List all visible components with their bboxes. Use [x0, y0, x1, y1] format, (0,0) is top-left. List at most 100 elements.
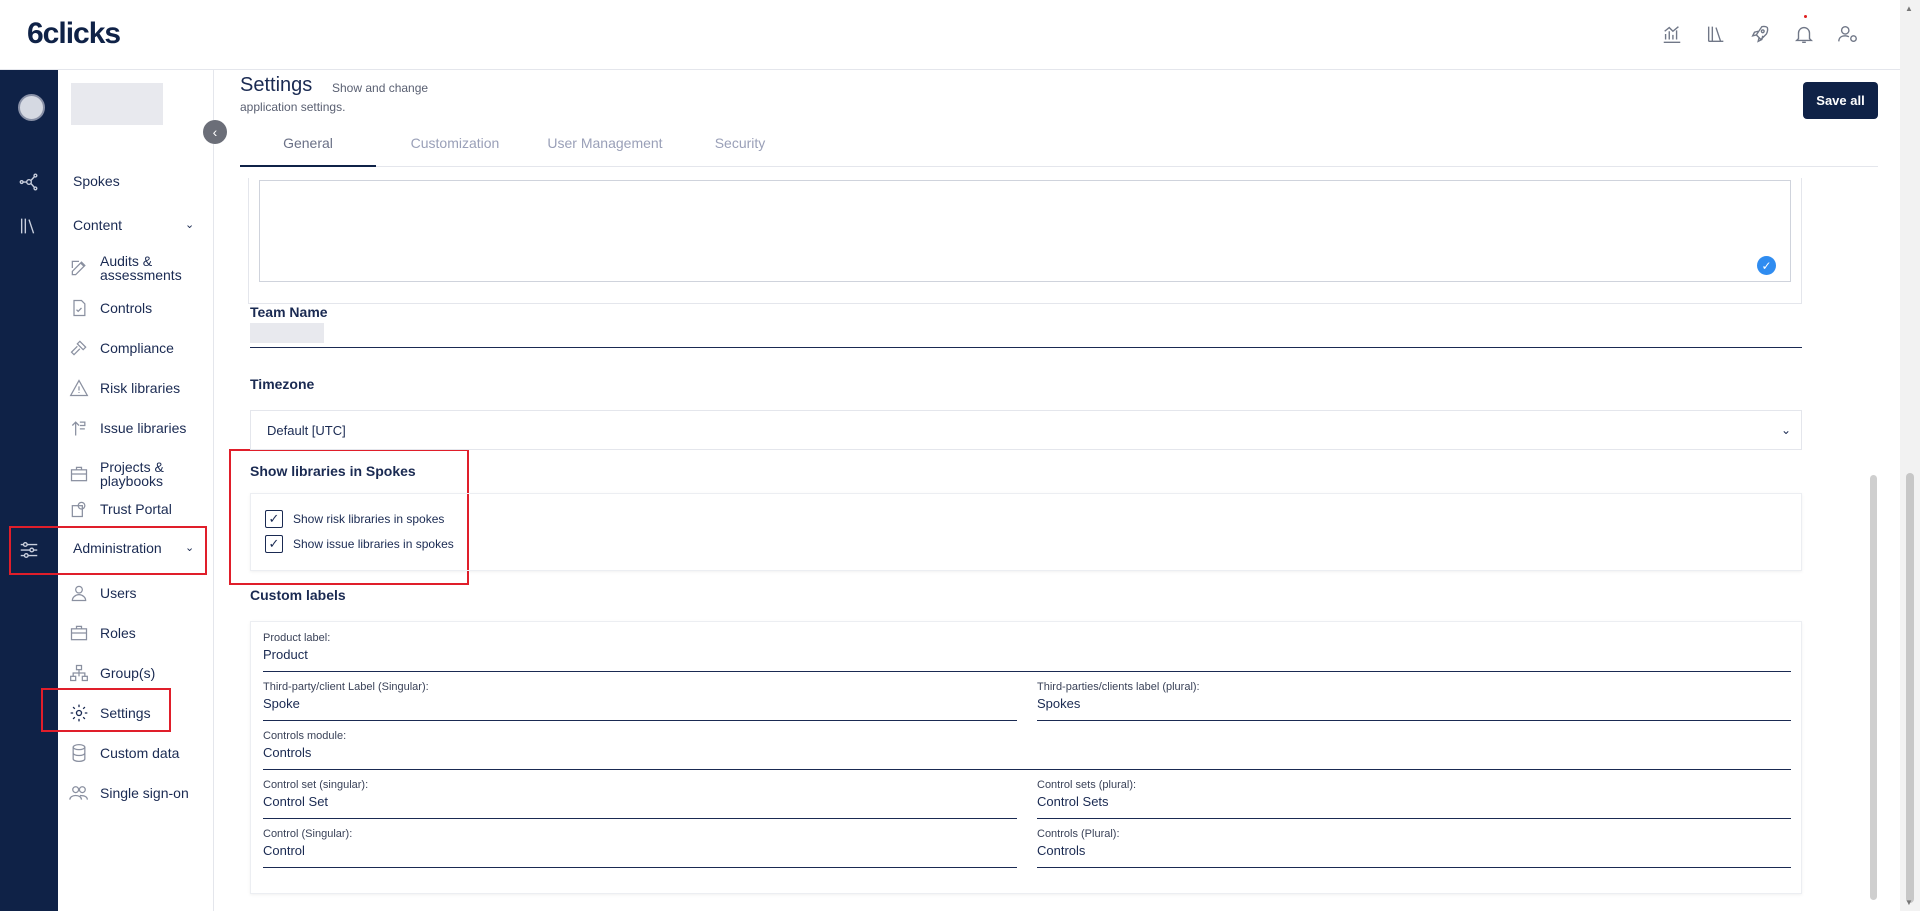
sidebar-item-sso[interactable]: Single sign-on [68, 782, 208, 804]
sidebar-item-risk-libraries[interactable]: Risk libraries [68, 377, 208, 399]
chevron-down-icon[interactable]: ⌄ [185, 541, 194, 554]
timezone-value: Default [UTC] [267, 422, 346, 438]
sliders-icon[interactable] [17, 538, 41, 562]
sidebar-item-label: Single sign-on [100, 785, 189, 801]
notification-dot [1804, 15, 1807, 18]
sidebar-item-settings[interactable]: Settings [68, 702, 208, 724]
sidebar-item-trust-portal[interactable]: Trust Portal [68, 498, 208, 520]
hierarchy-icon [68, 662, 90, 684]
sidebar-item-label: Risk libraries [100, 380, 181, 396]
sidebar-item-groups[interactable]: Group(s) [68, 662, 208, 684]
sidebar-group-content[interactable]: Content [73, 217, 122, 233]
field-value: Control Set [263, 794, 329, 809]
field-label: Controls (Plural): [1037, 828, 1120, 840]
edit-icon [68, 257, 90, 279]
chevron-down-icon[interactable]: ⌄ [185, 218, 194, 231]
controls-plural-field[interactable]: Controls (Plural): Controls [1037, 828, 1791, 868]
gavel-icon [68, 337, 90, 359]
sidebar-item-audits[interactable]: Audits & assessments [68, 254, 208, 282]
sidebar-item-projects[interactable]: Projects & playbooks [68, 460, 208, 488]
check-doc-icon [68, 297, 90, 319]
tab-security[interactable]: Security [690, 132, 790, 167]
tab-user-management[interactable]: User Management [530, 132, 680, 167]
field-value: Spoke [263, 696, 300, 711]
sidebar-item-label: Controls [100, 300, 153, 316]
page-scrollbar[interactable]: ▲ ▼ [1900, 0, 1920, 911]
field-label: Third-party/client Label (Singular): [263, 681, 429, 693]
sidebar-item-roles[interactable]: Roles [68, 622, 208, 644]
description-card: ✓ [248, 178, 1802, 304]
field-label: Controls module: [263, 730, 347, 742]
sidebar-item-label: Trust Portal [100, 501, 172, 517]
portal-icon [68, 498, 90, 520]
show-risk-libraries-label: Show risk libraries in spokes [293, 512, 445, 526]
spokes-network-icon[interactable] [17, 170, 41, 194]
timezone-label: Timezone [250, 376, 315, 392]
team-name-input[interactable] [250, 323, 1802, 348]
top-bar: 6clicks [0, 0, 1920, 70]
control-set-singular-field[interactable]: Control set (singular): Control Set [263, 779, 1017, 819]
tab-general[interactable]: General [240, 132, 376, 167]
sidebar-item-label: Projects & playbooks [100, 459, 164, 489]
left-rail [0, 70, 58, 911]
scroll-up-icon[interactable]: ▲ [1905, 4, 1913, 13]
database-icon [68, 742, 90, 764]
sidebar-item-users[interactable]: Users [68, 582, 208, 604]
field-label: Control set (singular): [263, 779, 369, 791]
show-risk-libraries-row[interactable]: ✓ Show risk libraries in spokes [265, 510, 444, 528]
show-issue-libraries-row[interactable]: ✓ Show issue libraries in spokes [265, 535, 454, 553]
field-label: Product label: [263, 632, 331, 644]
header-icons [1660, 15, 1860, 46]
field-value: Control Sets [1037, 794, 1109, 809]
sidebar-item-issue-libraries[interactable]: Issue libraries [68, 417, 208, 439]
sidebar-group-administration[interactable]: Administration [73, 540, 162, 556]
user-settings-icon[interactable] [1836, 22, 1860, 46]
field-value: Product [263, 647, 308, 662]
field-label: Control (Singular): [263, 828, 353, 840]
libraries-card: ✓ Show risk libraries in spokes ✓ Show i… [250, 493, 1802, 571]
field-value: Controls [263, 745, 312, 760]
third-party-singular-field[interactable]: Third-party/client Label (Singular): Spo… [263, 681, 1017, 721]
control-singular-field[interactable]: Control (Singular): Control [263, 828, 1017, 868]
team-name-value-placeholder [250, 323, 324, 343]
content-scrollbar[interactable] [1870, 475, 1877, 900]
chevron-down-icon: ⌄ [1780, 423, 1791, 437]
rocket-icon[interactable] [1748, 22, 1772, 46]
chevron-left-icon: ‹ [212, 124, 218, 140]
org-logo-placeholder [71, 83, 163, 125]
product-label-field[interactable]: Product label: Product [263, 632, 1791, 672]
sidebar-item-controls[interactable]: Controls [68, 297, 208, 319]
app-logo[interactable]: 6clicks [27, 17, 121, 51]
sidebar-item-label: Issue libraries [100, 420, 187, 436]
gear-icon [68, 702, 90, 724]
analytics-icon[interactable] [1660, 22, 1684, 46]
sidebar-item-label: Group(s) [100, 665, 156, 681]
issue-icon [68, 417, 90, 439]
bell-icon[interactable] [1792, 15, 1816, 46]
library-icon[interactable] [17, 214, 41, 238]
scroll-down-icon[interactable]: ▼ [1905, 898, 1913, 907]
libraries-in-spokes-label: Show libraries in Spokes [250, 463, 416, 479]
scroll-thumb[interactable] [1906, 473, 1914, 903]
sidebar-item-spokes[interactable]: Spokes [73, 173, 120, 189]
field-value: Spokes [1037, 696, 1081, 711]
third-party-plural-field[interactable]: Third-parties/clients label (plural): Sp… [1037, 681, 1791, 721]
timezone-select[interactable]: Default [UTC] ⌄ [250, 410, 1802, 450]
description-textarea[interactable]: ✓ [259, 180, 1791, 282]
show-risk-libraries-checkbox[interactable]: ✓ [265, 510, 283, 528]
library-icon[interactable] [1704, 22, 1728, 46]
sidebar-item-compliance[interactable]: Compliance [68, 337, 208, 359]
save-all-button[interactable]: Save all [1803, 82, 1878, 119]
tab-customization[interactable]: Customization [390, 132, 520, 167]
control-sets-plural-field[interactable]: Control sets (plural): Control Sets [1037, 779, 1791, 819]
collapse-sidebar-button[interactable]: ‹ [203, 120, 227, 144]
show-issue-libraries-label: Show issue libraries in spokes [293, 537, 454, 551]
sidebar-item-label: Audits & assessments [100, 253, 182, 283]
sidebar-item-label: Settings [100, 705, 151, 721]
sidebar-item-custom-data[interactable]: Custom data [68, 742, 208, 764]
check-circle-icon: ✓ [1757, 256, 1776, 275]
custom-labels-title: Custom labels [250, 587, 346, 603]
controls-module-field[interactable]: Controls module: Controls [263, 730, 1791, 770]
show-issue-libraries-checkbox[interactable]: ✓ [265, 535, 283, 553]
avatar[interactable] [18, 94, 45, 121]
